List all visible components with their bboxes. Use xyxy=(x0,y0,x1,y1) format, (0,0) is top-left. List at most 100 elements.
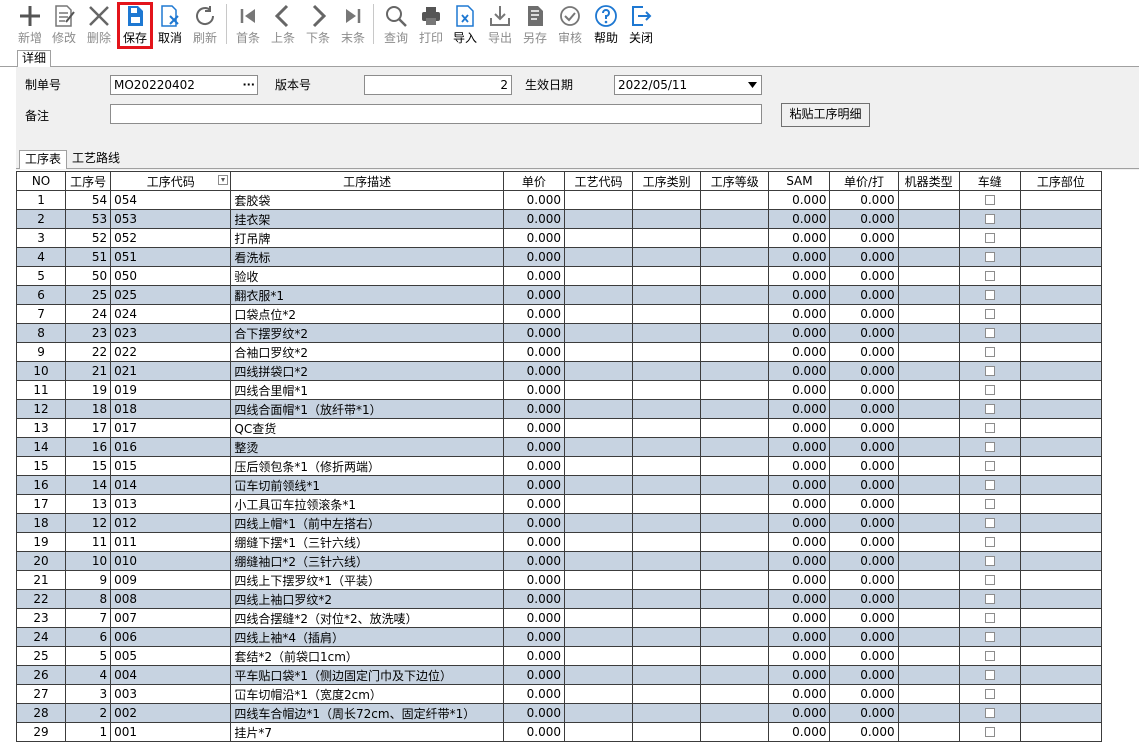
table-row[interactable]: 26 4 004 平车贴口袋*1（侧边固定门巾及下边位） 0.000 0.000 0.000 xyxy=(15,665,1103,685)
import-button[interactable]: 导入 xyxy=(448,2,482,46)
row-machine-type-cell[interactable] xyxy=(897,627,960,647)
row-machine-type-cell[interactable] xyxy=(897,475,960,495)
row-desc-cell[interactable]: 冚车切帽沿*1（宽度2cm） xyxy=(230,684,504,704)
row-no-cell[interactable]: 23 xyxy=(15,608,67,628)
row-part-cell[interactable] xyxy=(1019,570,1103,590)
row-code-cell[interactable]: 011 xyxy=(110,532,232,552)
row-seq-cell[interactable]: 19 xyxy=(65,380,112,400)
row-category-cell[interactable] xyxy=(632,703,702,723)
row-craft-code-cell[interactable] xyxy=(563,266,634,286)
row-sewing-cell[interactable] xyxy=(958,247,1021,267)
row-dozen-price-cell[interactable]: 0.000 xyxy=(829,570,899,590)
row-category-cell[interactable] xyxy=(632,437,702,457)
row-category-cell[interactable] xyxy=(632,513,702,533)
table-row[interactable]: 9 22 022 合袖口罗纹*2 0.000 0.000 0.000 xyxy=(15,342,1103,362)
row-part-cell[interactable] xyxy=(1019,513,1103,533)
row-sewing-cell[interactable] xyxy=(958,304,1021,324)
row-sewing-cell[interactable] xyxy=(958,608,1021,628)
row-desc-cell[interactable]: 四线上袖*4（插肩） xyxy=(230,627,504,647)
row-seq-cell[interactable]: 54 xyxy=(65,190,112,210)
row-part-cell[interactable] xyxy=(1019,266,1103,286)
row-desc-cell[interactable]: 四线合里帽*1 xyxy=(230,380,504,400)
row-machine-type-cell[interactable] xyxy=(897,361,960,381)
row-part-cell[interactable] xyxy=(1019,399,1103,419)
row-craft-code-cell[interactable] xyxy=(563,304,634,324)
lookup-button[interactable]: ··· xyxy=(242,76,255,94)
effective-date-field[interactable]: 2022/05/11 xyxy=(614,75,762,95)
row-sewing-cell[interactable] xyxy=(958,532,1021,552)
row-part-cell[interactable] xyxy=(1019,684,1103,704)
row-code-cell[interactable]: 003 xyxy=(110,684,232,704)
row-seq-cell[interactable]: 5 xyxy=(65,646,112,666)
table-row[interactable]: 21 9 009 四线上下摆罗纹*1（平装） 0.000 0.000 0.000 xyxy=(15,570,1103,590)
row-sam-cell[interactable]: 0.000 xyxy=(768,399,831,419)
row-no-cell[interactable]: 7 xyxy=(15,304,67,324)
row-sewing-cell[interactable] xyxy=(958,475,1021,495)
row-part-cell[interactable] xyxy=(1019,532,1103,552)
row-machine-type-cell[interactable] xyxy=(897,399,960,419)
row-grade-cell[interactable] xyxy=(700,684,770,704)
row-seq-cell[interactable]: 7 xyxy=(65,608,112,628)
row-desc-cell[interactable]: 四线合面帽*1（放纤带*1） xyxy=(230,399,504,419)
paste-process-detail-button[interactable]: 粘贴工序明细 xyxy=(781,103,870,127)
row-code-cell[interactable]: 051 xyxy=(110,247,232,267)
table-row[interactable]: 13 17 017 QC查货 0.000 0.000 0.000 xyxy=(15,418,1103,438)
row-dozen-price-cell[interactable]: 0.000 xyxy=(829,722,899,742)
row-dozen-price-cell[interactable]: 0.000 xyxy=(829,285,899,305)
row-price-cell[interactable]: 0.000 xyxy=(502,589,565,609)
row-desc-cell[interactable]: 口袋点位*2 xyxy=(230,304,504,324)
row-craft-code-cell[interactable] xyxy=(563,646,634,666)
row-machine-type-cell[interactable] xyxy=(897,323,960,343)
table-row[interactable]: 16 14 014 冚车切前领线*1 0.000 0.000 0.000 xyxy=(15,475,1103,495)
search-button[interactable]: 查询 xyxy=(379,2,413,46)
row-category-cell[interactable] xyxy=(632,323,702,343)
row-no-cell[interactable]: 19 xyxy=(15,532,67,552)
sewing-checkbox[interactable] xyxy=(984,403,995,414)
row-desc-cell[interactable]: 小工具冚车拉领滚条*1 xyxy=(230,494,504,514)
row-sam-cell[interactable]: 0.000 xyxy=(768,209,831,229)
row-part-cell[interactable] xyxy=(1019,418,1103,438)
sewing-checkbox[interactable] xyxy=(984,213,995,224)
row-machine-type-cell[interactable] xyxy=(897,380,960,400)
row-part-cell[interactable] xyxy=(1019,608,1103,628)
sewing-checkbox[interactable] xyxy=(984,441,995,452)
row-machine-type-cell[interactable] xyxy=(897,266,960,286)
row-machine-type-cell[interactable] xyxy=(897,247,960,267)
row-craft-code-cell[interactable] xyxy=(563,532,634,552)
col-header-sam[interactable]: SAM xyxy=(768,171,831,191)
row-seq-cell[interactable]: 18 xyxy=(65,399,112,419)
row-price-cell[interactable]: 0.000 xyxy=(502,342,565,362)
row-price-cell[interactable]: 0.000 xyxy=(502,361,565,381)
row-machine-type-cell[interactable] xyxy=(897,703,960,723)
row-sam-cell[interactable]: 0.000 xyxy=(768,380,831,400)
row-code-cell[interactable]: 007 xyxy=(110,608,232,628)
col-header-code[interactable]: 工序代码 xyxy=(110,171,232,191)
row-machine-type-cell[interactable] xyxy=(897,665,960,685)
row-price-cell[interactable]: 0.000 xyxy=(502,570,565,590)
row-grade-cell[interactable] xyxy=(700,285,770,305)
row-machine-type-cell[interactable] xyxy=(897,532,960,552)
approve-button[interactable]: 审核 xyxy=(553,2,587,46)
col-header-price[interactable]: 单价 xyxy=(502,171,565,191)
row-grade-cell[interactable] xyxy=(700,190,770,210)
close-button[interactable]: 关闭 xyxy=(624,2,658,46)
row-dozen-price-cell[interactable]: 0.000 xyxy=(829,399,899,419)
row-seq-cell[interactable]: 24 xyxy=(65,304,112,324)
row-code-cell[interactable]: 016 xyxy=(110,437,232,457)
row-machine-type-cell[interactable] xyxy=(897,684,960,704)
row-grade-cell[interactable] xyxy=(700,551,770,571)
row-dozen-price-cell[interactable]: 0.000 xyxy=(829,665,899,685)
row-category-cell[interactable] xyxy=(632,494,702,514)
row-dozen-price-cell[interactable]: 0.000 xyxy=(829,361,899,381)
row-category-cell[interactable] xyxy=(632,266,702,286)
row-grade-cell[interactable] xyxy=(700,247,770,267)
col-header-craft-code[interactable]: 工艺代码 xyxy=(563,171,634,191)
row-craft-code-cell[interactable] xyxy=(563,190,634,210)
row-category-cell[interactable] xyxy=(632,684,702,704)
row-code-cell[interactable]: 050 xyxy=(110,266,232,286)
row-category-cell[interactable] xyxy=(632,285,702,305)
row-desc-cell[interactable]: QC查货 xyxy=(230,418,504,438)
row-craft-code-cell[interactable] xyxy=(563,361,634,381)
col-header-part[interactable]: 工序部位 xyxy=(1019,171,1103,191)
sewing-checkbox[interactable] xyxy=(984,555,995,566)
